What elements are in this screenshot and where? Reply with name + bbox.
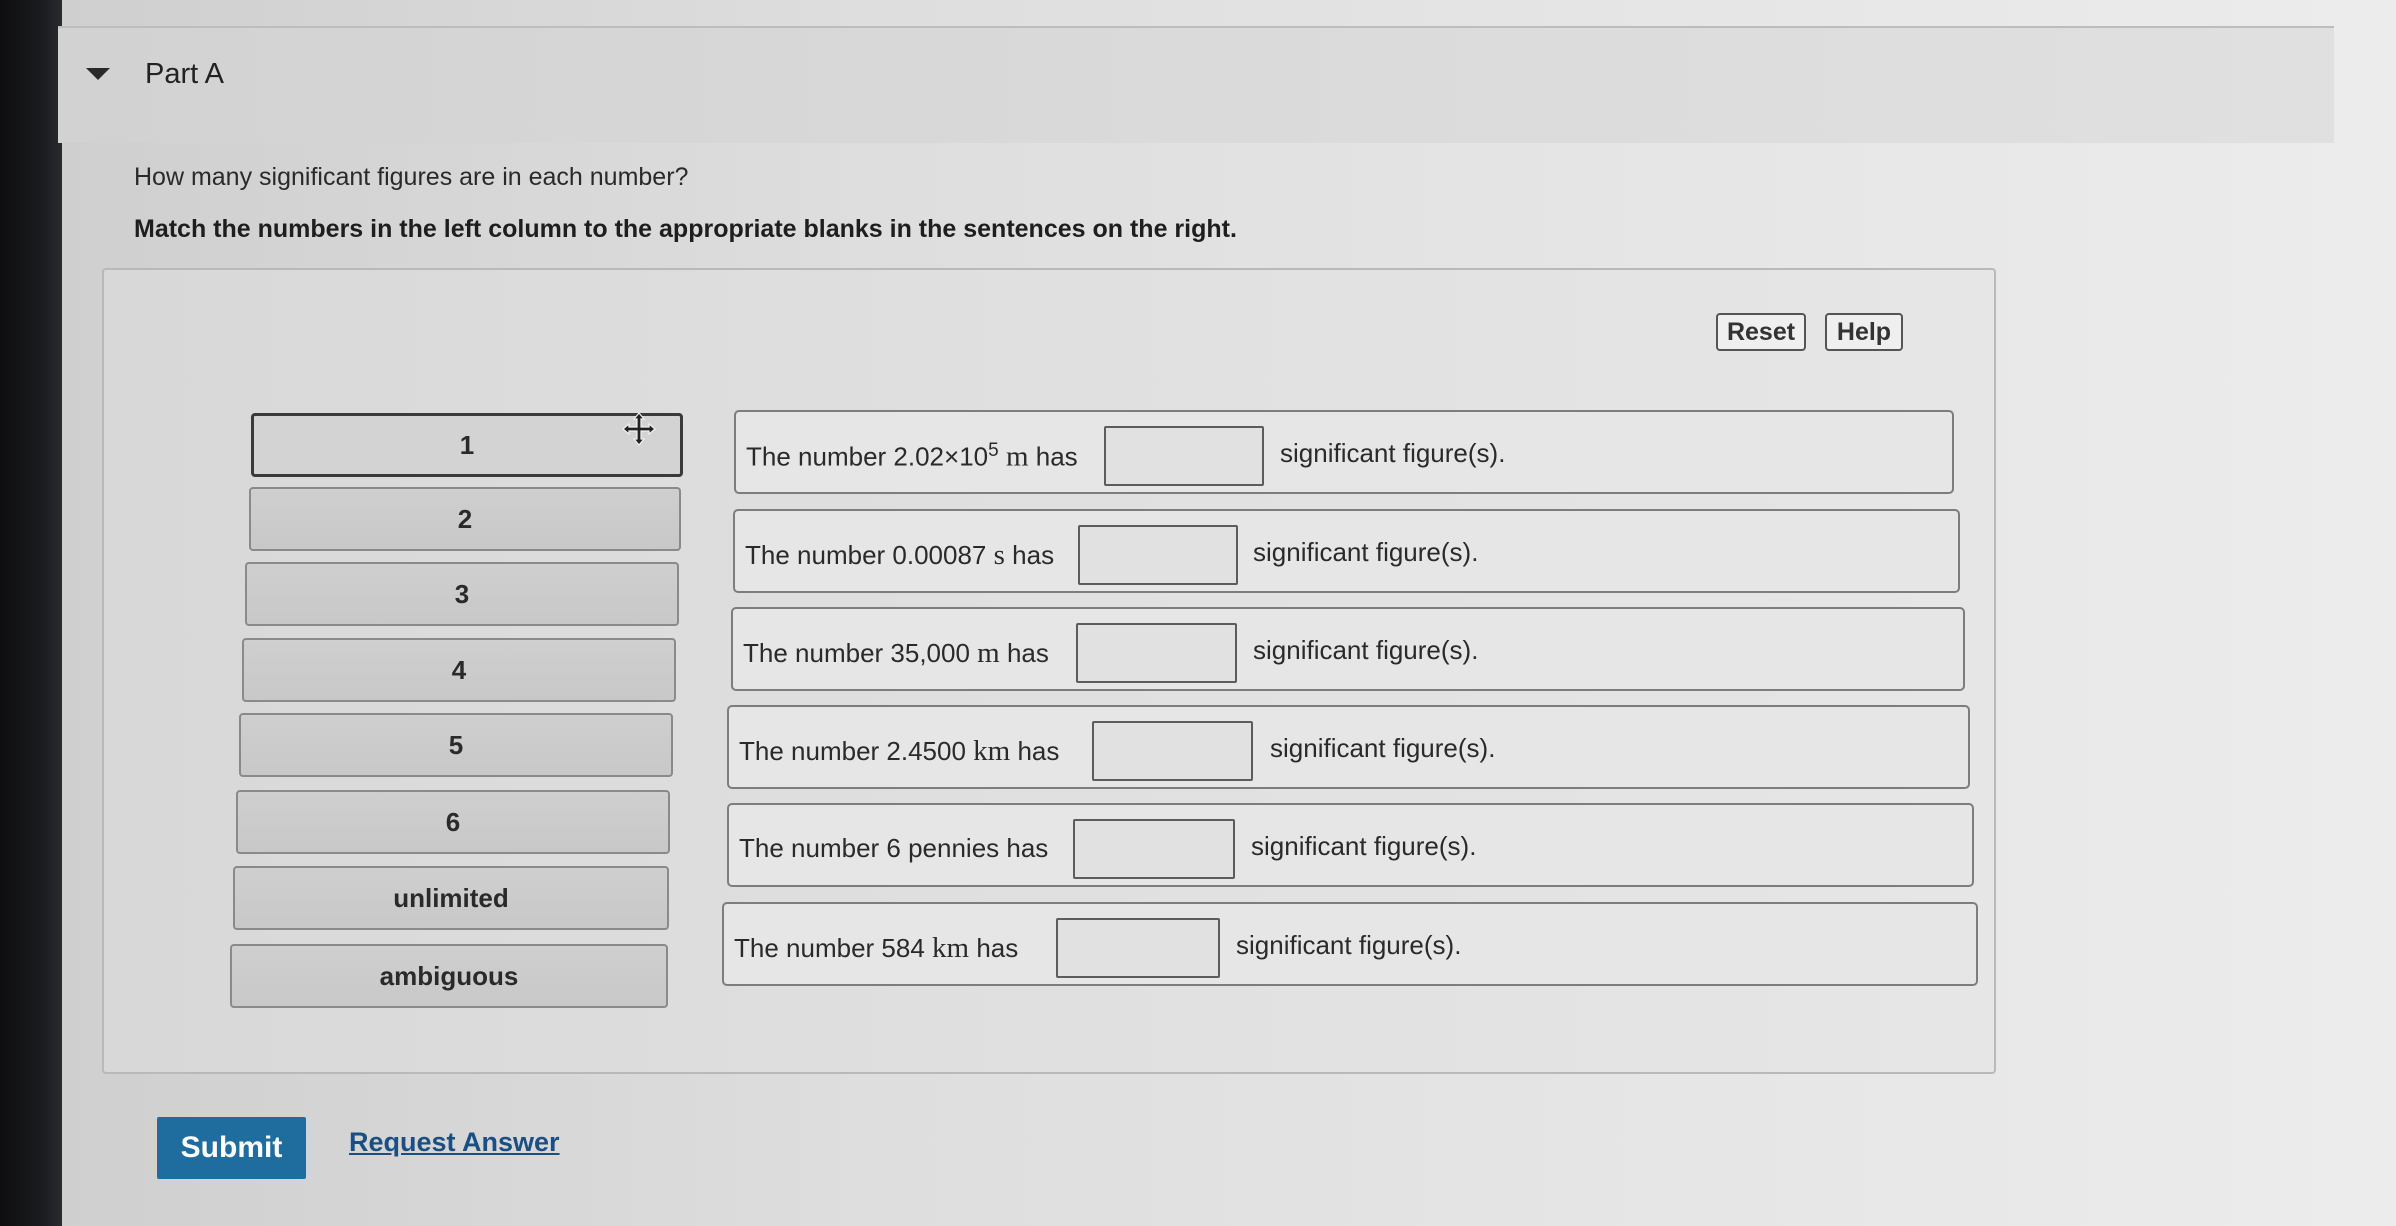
help-button[interactable]: Help	[1825, 313, 1903, 351]
reset-button[interactable]: Reset	[1716, 313, 1806, 351]
sentence-post-text: significant figure(s).	[1280, 438, 1506, 468]
sentence-unit: m	[1005, 440, 1029, 473]
instruction-text: Match the numbers in the left column to …	[134, 215, 1237, 243]
choice-4[interactable]: 4	[242, 638, 676, 702]
sentence-suffix: has	[1017, 736, 1060, 766]
question-text: How many significant figures are in each…	[134, 163, 689, 191]
answer-blank[interactable]	[1076, 623, 1237, 683]
sentence-row: The number 35,000 m has significant figu…	[731, 607, 1965, 691]
sentence-text: The number 0.00087 s has	[745, 539, 1054, 572]
sentence-row: The number 6 pennies has significant fig…	[727, 803, 1974, 887]
choice-6[interactable]: 6	[236, 790, 670, 854]
sentence-suffix: has	[1035, 441, 1078, 472]
answer-blank[interactable]	[1056, 918, 1220, 978]
request-answer-link[interactable]: Request Answer	[349, 1127, 560, 1158]
choice-2[interactable]: 2	[249, 487, 681, 551]
sentence-text: The number 35,000 m has	[743, 637, 1049, 670]
choice-ambiguous[interactable]: ambiguous	[230, 944, 668, 1008]
sentence-text: The number 2.02×105 m has	[746, 440, 1078, 474]
sentence-unit: s	[993, 539, 1005, 571]
choice-unlimited[interactable]: unlimited	[233, 866, 669, 930]
answer-blank[interactable]	[1092, 721, 1253, 781]
sentence-row: The number 584 km has significant figure…	[722, 902, 1978, 986]
screen-bezel	[0, 0, 62, 1226]
choice-5[interactable]: 5	[239, 713, 673, 777]
sentence-unit: km	[932, 932, 970, 964]
choice-3[interactable]: 3	[245, 562, 679, 626]
sentence-post-text: significant figure(s).	[1253, 635, 1479, 665]
answer-blank[interactable]	[1078, 525, 1238, 585]
sentence-prefix: The number 2.02×10	[746, 441, 989, 472]
sentence-unit: km	[973, 735, 1011, 767]
sentence-prefix: The number 0.00087	[745, 540, 987, 570]
sentence-suffix: has	[1012, 540, 1055, 570]
sentence-prefix: The number 2.4500	[739, 736, 966, 766]
sentence-suffix: has	[976, 933, 1019, 963]
sentence-unit: m	[977, 637, 1000, 669]
sentence-text: The number 584 km has	[734, 932, 1018, 965]
sentence-post-text: significant figure(s).	[1251, 831, 1477, 861]
part-header[interactable]	[58, 28, 2334, 143]
answer-blank[interactable]	[1073, 819, 1235, 879]
sentence-row: The number 0.00087 s has significant fig…	[733, 509, 1960, 593]
sentence-prefix: The number 584	[734, 933, 925, 963]
sentence-row: The number 2.02×105 m has significant fi…	[734, 410, 1954, 494]
caret-down-icon[interactable]	[86, 68, 110, 80]
submit-button[interactable]: Submit	[157, 1117, 306, 1179]
sentence-post-text: significant figure(s).	[1270, 733, 1496, 763]
answer-blank[interactable]	[1104, 426, 1264, 486]
move-cursor-icon	[622, 412, 656, 446]
sentence-post-text: significant figure(s).	[1253, 537, 1479, 567]
sentence-suffix: has	[1006, 638, 1049, 668]
sentence-prefix: The number 35,000	[743, 638, 970, 668]
sentence-text: The number 2.4500 km has	[739, 735, 1059, 768]
part-title[interactable]: Part A	[145, 58, 224, 91]
sentence-exponent: 5	[988, 440, 999, 461]
sentence-post-text: significant figure(s).	[1236, 930, 1462, 960]
sentence-prefix: The number 6 pennies has	[739, 833, 1049, 863]
sentence-row: The number 2.4500 km has significant fig…	[727, 705, 1970, 789]
choice-1[interactable]: 1	[251, 413, 683, 477]
